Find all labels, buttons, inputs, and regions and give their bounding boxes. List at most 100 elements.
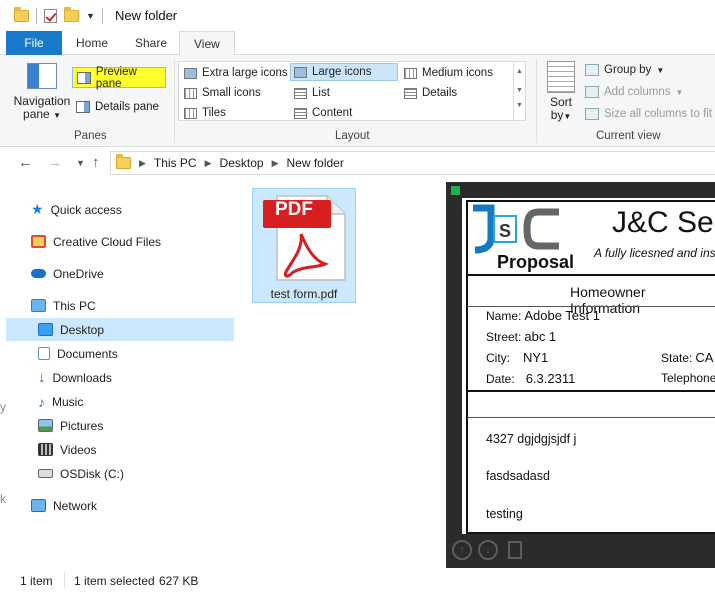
file-list: PDF test form.pdf — [236, 179, 446, 568]
breadcrumb-desktop[interactable]: Desktop — [220, 156, 264, 170]
tiles-icon — [184, 107, 197, 119]
preview-toolbar: ↑ ↓ — [452, 540, 522, 560]
previous-page-icon[interactable]: ↑ — [452, 540, 472, 560]
sidebar-item-onedrive[interactable]: OneDrive — [6, 262, 234, 285]
sidebar-item-label: Music — [52, 394, 84, 409]
open-document-icon[interactable] — [508, 541, 522, 559]
recent-locations-chevron-icon[interactable]: ▼ — [76, 158, 85, 168]
details-icon — [404, 87, 417, 99]
status-item-count: 1 item — [20, 574, 53, 588]
preview-marker — [451, 186, 460, 195]
sidebar-item-creative-cloud-files[interactable]: Creative Cloud Files — [6, 230, 234, 253]
pictures-icon — [38, 419, 53, 432]
desktop-icon — [38, 323, 53, 336]
navigation-pane-button[interactable]: Navigation pane ▼ — [12, 63, 72, 122]
sort-label-2: by▼ — [550, 108, 572, 122]
add-columns-button[interactable]: Add columns ▼ — [585, 83, 683, 101]
field-street: Street: abc 1 — [486, 329, 557, 344]
sidebar-item-this-pc[interactable]: This PC — [6, 294, 234, 317]
sidebar-item-music[interactable]: ♪ Music — [6, 390, 234, 413]
sidebar-item-label: Network — [53, 498, 98, 513]
chevron-right-icon[interactable]: ▶ — [205, 158, 212, 169]
field-date: Date: 6.3.2311 — [486, 371, 576, 386]
layout-item-label: Tiles — [202, 107, 226, 119]
customize-toolbar-chevron-icon[interactable]: ▼ — [86, 11, 95, 21]
sidebar-item-quick-access[interactable]: ★ Quick access — [6, 198, 234, 221]
chevron-down-icon: ▼ — [53, 111, 61, 120]
sidebar-item-desktop[interactable]: Desktop — [6, 318, 234, 341]
sidebar-item-label: Quick access — [50, 202, 122, 217]
sidebar-item-network[interactable]: Network — [6, 494, 234, 517]
tab-view[interactable]: View — [179, 31, 235, 56]
address-bar[interactable]: ▶ This PC ▶ Desktop ▶ New folder — [110, 151, 715, 175]
chevron-right-icon[interactable]: ▶ — [272, 158, 279, 169]
sidebar-item-documents[interactable]: Documents — [6, 342, 234, 365]
details-pane-icon — [76, 101, 90, 113]
expand-gallery-icon[interactable]: ▼ — [514, 100, 525, 112]
scroll-down-icon[interactable]: ▼ — [514, 81, 525, 100]
scroll-up-icon[interactable]: ▲ — [514, 62, 525, 81]
title-bar: ▼ New folder — [0, 0, 715, 31]
new-folder-icon[interactable] — [64, 7, 79, 22]
layout-extra-large-icons[interactable]: Extra large icons — [181, 64, 291, 82]
sort-by-button[interactable]: Sort by▼ — [545, 61, 577, 123]
downloads-icon: ↓ — [38, 369, 46, 386]
sidebar-item-label: OneDrive — [53, 266, 104, 281]
sidebar-item-osdisk[interactable]: OSDisk (C:) — [6, 462, 234, 485]
layout-item-label: Large icons — [312, 66, 372, 78]
size-columns-icon — [585, 108, 599, 120]
details-pane-label: Details pane — [95, 101, 159, 113]
file-name: test form.pdf — [270, 287, 338, 301]
medium-icons-icon — [404, 67, 417, 79]
properties-icon[interactable] — [44, 9, 57, 23]
layout-item-label: Medium icons — [422, 67, 493, 79]
file-item[interactable]: PDF test form.pdf — [252, 188, 356, 303]
creative-cloud-icon — [31, 235, 46, 248]
sidebar-item-downloads[interactable]: ↓ Downloads — [6, 366, 234, 389]
layout-medium-icons[interactable]: Medium icons — [401, 64, 496, 82]
breadcrumb-new-folder[interactable]: New folder — [286, 156, 343, 170]
back-arrow-icon[interactable]: ← — [18, 154, 33, 171]
ribbon-tabs: File Home Share View — [0, 31, 715, 56]
sidebar-item-label: OSDisk (C:) — [60, 466, 124, 481]
tab-file[interactable]: File — [6, 31, 62, 55]
layout-small-icons[interactable]: Small icons — [181, 84, 264, 102]
sidebar-item-pictures[interactable]: Pictures — [6, 414, 234, 437]
preview-pane-button[interactable]: Preview pane — [72, 66, 166, 90]
details-pane-button[interactable]: Details pane — [72, 97, 159, 117]
layout-details[interactable]: Details — [401, 84, 460, 102]
pdf-icon-label: PDF — [275, 199, 313, 220]
navigation-bar: ← → ▼ ↑ ▶ This PC ▶ Desktop ▶ New folder — [0, 147, 715, 179]
field-city: City: NY1 — [486, 350, 549, 365]
company-tagline: A fully licesned and insure — [594, 246, 715, 260]
layout-gallery-scrollbar[interactable]: ▲ ▼ ▼ — [513, 62, 525, 120]
layout-item-label: Content — [312, 107, 353, 119]
list-icon — [294, 87, 307, 99]
status-bar: 1 item 1 item selected 627 KB — [0, 568, 715, 592]
sidebar-item-label: This PC — [53, 298, 96, 313]
chevron-right-icon[interactable]: ▶ — [139, 158, 146, 169]
up-arrow-icon[interactable]: ↑ — [92, 154, 100, 171]
layout-content[interactable]: Content — [291, 104, 355, 122]
size-all-columns-button[interactable]: Size all columns to fit — [585, 105, 712, 123]
chevron-down-icon: ▼ — [563, 112, 572, 121]
next-page-icon[interactable]: ↓ — [478, 540, 498, 560]
layout-large-icons[interactable]: Large icons — [290, 63, 398, 81]
layout-list[interactable]: List — [291, 84, 333, 102]
chevron-down-icon: ▼ — [675, 87, 684, 97]
sidebar-item-label: Creative Cloud Files — [53, 234, 162, 249]
sidebar-item-videos[interactable]: Videos — [6, 438, 234, 461]
tab-share[interactable]: Share — [121, 31, 181, 55]
layout-tiles[interactable]: Tiles — [181, 104, 229, 122]
network-icon — [31, 499, 46, 512]
forward-arrow-icon[interactable]: → — [47, 154, 62, 171]
navigation-pane: ★ Quick access Creative Cloud Files OneD… — [0, 188, 236, 566]
tab-home[interactable]: Home — [62, 31, 122, 55]
sidebar-item-label: Downloads — [52, 370, 112, 385]
ribbon: Navigation pane ▼ Preview pane Details p… — [0, 55, 715, 147]
group-by-button[interactable]: Group by ▼ — [585, 61, 664, 79]
breadcrumb-this-pc[interactable]: This PC — [154, 156, 197, 170]
logo-s: S — [499, 221, 511, 241]
current-view-group-label: Current view — [596, 130, 661, 142]
divider — [467, 417, 715, 418]
